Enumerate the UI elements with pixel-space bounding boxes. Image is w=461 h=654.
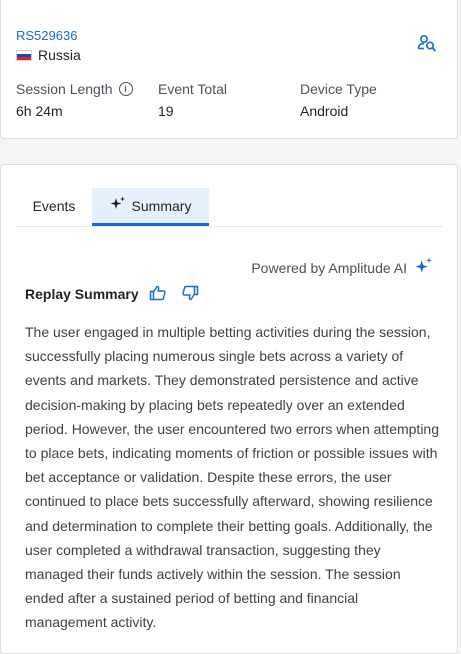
tab-events[interactable]: Events [16,188,92,224]
event-total-stat: Event Total 19 [158,81,227,119]
replay-summary-text: The user engaged in multiple betting act… [25,324,440,631]
ai-sparkle-icon [415,257,433,278]
powered-by-text: Powered by Amplitude AI [251,259,407,276]
session-length-value: 6h 24m [16,103,63,119]
country-name: Russia [38,47,81,63]
country-label: Russia [16,47,81,63]
device-type-value: Android [300,103,349,119]
user-id-link[interactable]: RS529636 [16,28,77,43]
sparkle-icon [110,196,126,215]
info-icon[interactable]: i [118,82,133,96]
event-total-label: Event Total [158,81,228,97]
tab-summary[interactable]: Summary [92,188,209,226]
powered-by-label: Powered by Amplitude AI [251,257,433,278]
thumbs-up-icon[interactable] [149,284,167,302]
tab-events-label: Events [32,198,76,214]
russia-flag-icon [16,49,32,61]
session-length-stat: Session Length i 6h 24m [16,81,133,119]
replay-summary-title: Replay Summary [25,286,139,302]
device-type-stat: Device Type Android [300,81,377,119]
tab-summary-label: Summary [131,197,192,214]
device-type-label: Device Type [300,81,377,97]
user-search-icon[interactable] [416,33,438,55]
event-total-value: 19 [158,103,174,119]
tab-bar: Events Summary [16,188,442,227]
thumbs-down-icon[interactable] [181,284,199,302]
session-length-label: Session Length [16,81,113,97]
